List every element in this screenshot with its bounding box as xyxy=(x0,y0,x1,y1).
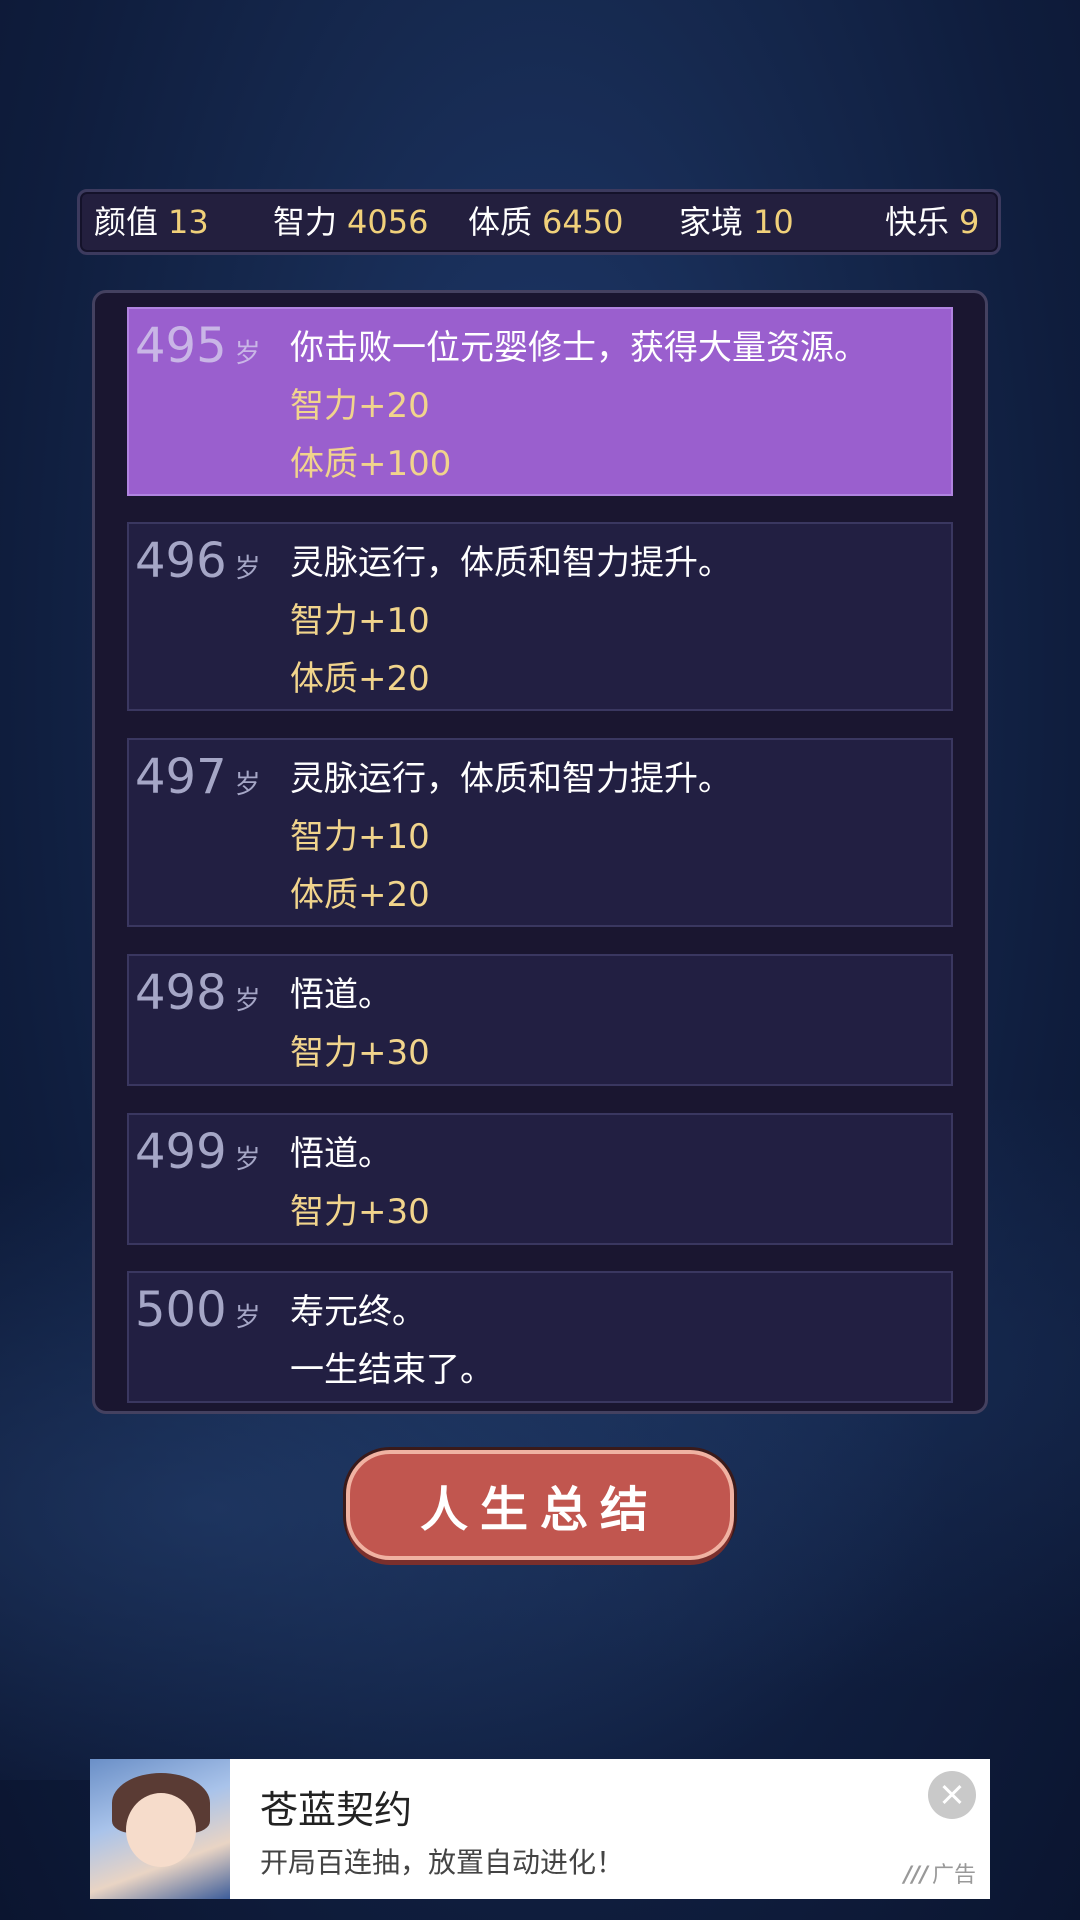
age-number: 499 xyxy=(135,1124,227,1180)
event-text: 你击败一位元婴修士，获得大量资源。 xyxy=(290,328,868,368)
effect-text: 体质+20 xyxy=(290,659,430,699)
age-unit: 岁 xyxy=(234,554,261,584)
age-number: 498 xyxy=(135,965,227,1021)
event-text: 灵脉运行，体质和智力提升。 xyxy=(290,759,732,799)
attribute-bar: 颜值 13 智力 4056 体质 6450 家境 10 快乐 9 xyxy=(77,189,1001,255)
entry-age: 497 岁 xyxy=(135,748,261,814)
age-unit: 岁 xyxy=(234,339,261,369)
stat-label: 智力 xyxy=(273,203,338,241)
age-number: 497 xyxy=(135,749,227,805)
entry-age: 495 岁 xyxy=(135,317,261,383)
entry-age: 499 岁 xyxy=(135,1123,261,1189)
effect-text: 智力+30 xyxy=(290,1033,430,1073)
entry-age: 500 岁 xyxy=(135,1281,261,1347)
stat-happiness: 快乐 9 xyxy=(885,192,979,252)
effect-text: 智力+10 xyxy=(290,601,430,641)
age-unit: 岁 xyxy=(234,770,261,800)
ad-game-icon[interactable] xyxy=(90,1759,230,1899)
ad-mark-icon: /// xyxy=(903,1863,928,1888)
log-entry: 498 岁 悟道。 智力+30 xyxy=(127,954,953,1086)
event-text: 悟道。 xyxy=(290,975,392,1015)
event-text: 一生结束了。 xyxy=(290,1350,494,1390)
log-entry: 497 岁 灵脉运行，体质和智力提升。 智力+10 体质+20 xyxy=(127,738,953,927)
stat-value: 6450 xyxy=(542,203,624,241)
stat-family: 家境 10 xyxy=(679,192,794,252)
effect-text: 体质+100 xyxy=(290,444,452,484)
log-entry: 500 岁 寿元终。 一生结束了。 xyxy=(127,1271,953,1403)
stat-appearance: 颜值 13 xyxy=(94,192,209,252)
stat-intelligence: 智力 4056 xyxy=(273,192,428,252)
close-icon[interactable] xyxy=(928,1771,976,1819)
age-number: 495 xyxy=(135,318,227,374)
age-number: 500 xyxy=(135,1282,227,1338)
effect-text: 智力+30 xyxy=(290,1192,430,1232)
entry-age: 496 岁 xyxy=(135,532,261,598)
stat-value: 13 xyxy=(168,203,209,241)
life-summary-button[interactable]: 人生总结 xyxy=(346,1450,734,1560)
log-entry: 496 岁 灵脉运行，体质和智力提升。 智力+10 体质+20 xyxy=(127,522,953,711)
effect-text: 智力+20 xyxy=(290,386,430,426)
stat-label: 颜值 xyxy=(94,203,159,241)
age-unit: 岁 xyxy=(234,1145,261,1175)
ad-banner[interactable]: 苍蓝契约 开局百连抽，放置自动进化！ ///广告 xyxy=(90,1759,990,1899)
event-text: 悟道。 xyxy=(290,1134,392,1174)
log-entry: 495 岁 你击败一位元婴修士，获得大量资源。 智力+20 体质+100 xyxy=(127,307,953,496)
log-entry: 499 岁 悟道。 智力+30 xyxy=(127,1113,953,1245)
entry-age: 498 岁 xyxy=(135,964,261,1030)
age-unit: 岁 xyxy=(234,1303,261,1333)
ad-label: ///广告 xyxy=(904,1857,976,1889)
ad-description[interactable]: 开局百连抽，放置自动进化！ xyxy=(260,1841,624,1881)
stat-value: 4056 xyxy=(347,203,429,241)
event-text: 灵脉运行，体质和智力提升。 xyxy=(290,543,732,583)
effect-text: 智力+10 xyxy=(290,817,430,857)
age-unit: 岁 xyxy=(234,986,261,1016)
stat-label: 体质 xyxy=(468,203,533,241)
ad-tag-text: 广告 xyxy=(931,1863,976,1888)
stat-constitution: 体质 6450 xyxy=(468,192,623,252)
stat-value: 9 xyxy=(959,203,980,241)
age-number: 496 xyxy=(135,533,227,589)
effect-text: 体质+20 xyxy=(290,875,430,915)
stat-label: 快乐 xyxy=(885,203,950,241)
ad-title[interactable]: 苍蓝契约 xyxy=(260,1779,412,1834)
event-text: 寿元终。 xyxy=(290,1292,426,1332)
stat-value: 10 xyxy=(753,203,794,241)
stat-label: 家境 xyxy=(679,203,744,241)
